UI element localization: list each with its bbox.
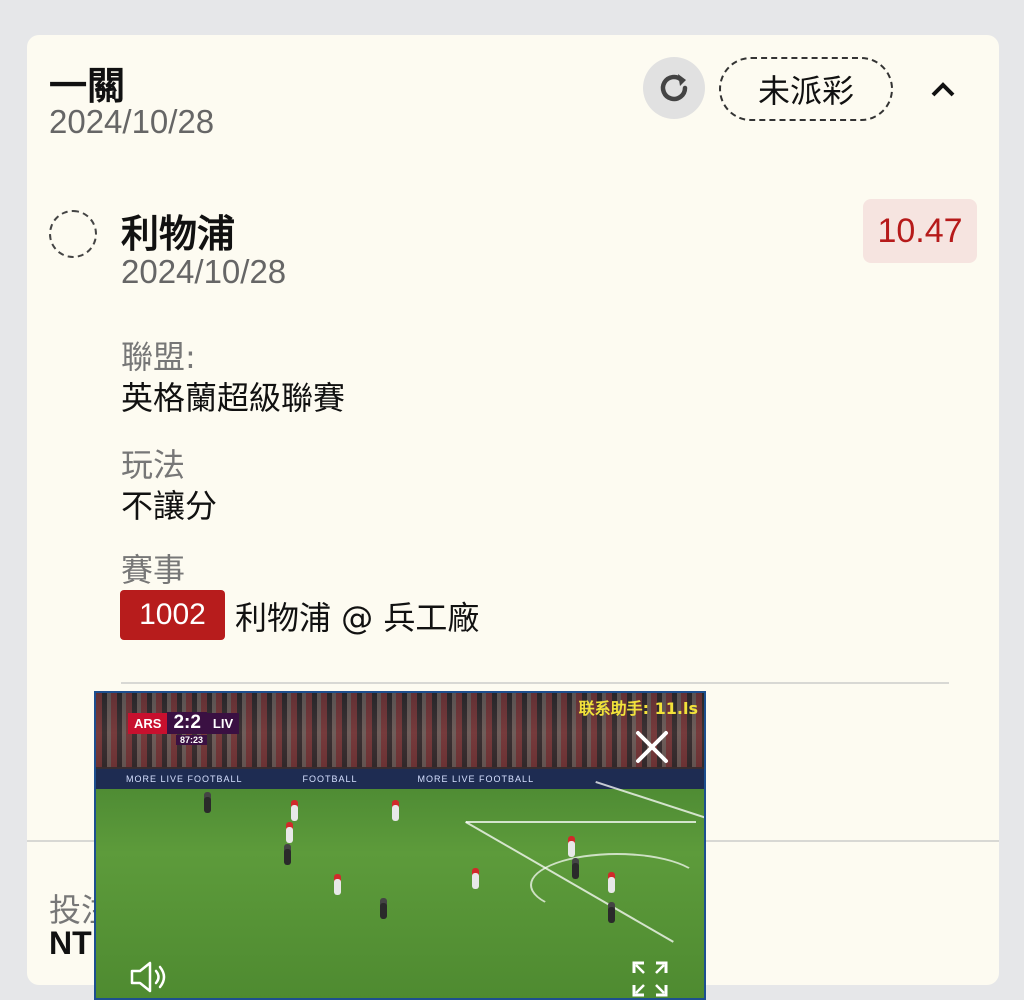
fullscreen-icon <box>632 961 668 997</box>
match-id-badge: 1002 <box>120 590 225 640</box>
match-label: 賽事 <box>121 551 186 589</box>
player <box>472 873 479 889</box>
player <box>284 849 291 865</box>
selection-team: 利物浦 <box>121 212 236 256</box>
match-clock: 87:23 <box>176 735 208 745</box>
player <box>291 805 298 821</box>
player <box>568 841 575 857</box>
mute-button[interactable] <box>128 959 172 995</box>
player <box>334 879 341 895</box>
score: 2:2 <box>167 712 207 734</box>
selection-radio[interactable] <box>49 210 97 258</box>
play-type-label: 玩法 <box>121 446 186 484</box>
close-video-button[interactable] <box>632 727 672 767</box>
player <box>392 805 399 821</box>
fullscreen-button[interactable] <box>630 959 670 998</box>
bet-type-title: 一關 <box>49 64 126 108</box>
player <box>608 877 615 893</box>
pitch-arc <box>530 853 704 917</box>
league-label: 聯盟: <box>121 338 196 376</box>
bet-date: 2024/10/28 <box>49 103 215 140</box>
refresh-icon <box>660 74 688 102</box>
player <box>286 827 293 843</box>
league-value: 英格蘭超級聯賽 <box>121 379 346 417</box>
live-video-player[interactable]: MORE LIVE FOOTBALL FOOTBALL MORE LIVE FO… <box>94 691 706 1000</box>
player <box>572 863 579 879</box>
pitch-line <box>466 821 696 823</box>
close-icon <box>636 731 668 763</box>
speaker-icon <box>130 961 166 993</box>
watermark-text: 联系助手: 11.ls <box>578 699 698 718</box>
collapse-button[interactable] <box>923 71 963 107</box>
stake-value: NT <box>49 925 92 961</box>
player <box>380 903 387 919</box>
player <box>204 797 211 813</box>
home-team: ARS <box>128 712 168 734</box>
ad-text: MORE LIVE FOOTBALL <box>126 774 243 784</box>
selection-date: 2024/10/28 <box>121 253 287 290</box>
refresh-button[interactable] <box>643 57 705 119</box>
ad-board: MORE LIVE FOOTBALL FOOTBALL MORE LIVE FO… <box>96 769 704 789</box>
match-name: 利物浦 @ 兵工廠 <box>235 599 480 637</box>
player <box>608 907 615 923</box>
divider <box>121 682 949 684</box>
odds-badge: 10.47 <box>863 199 977 263</box>
ad-text: FOOTBALL <box>302 774 358 784</box>
away-team: LIV <box>206 712 240 734</box>
play-type-value: 不讓分 <box>121 487 218 525</box>
payout-status-badge: 未派彩 <box>719 57 893 121</box>
scoreboard: ARS 2:2 LIV 87:23 <box>128 711 240 745</box>
chevron-up-icon <box>931 82 955 97</box>
ad-text: MORE LIVE FOOTBALL <box>417 774 535 784</box>
